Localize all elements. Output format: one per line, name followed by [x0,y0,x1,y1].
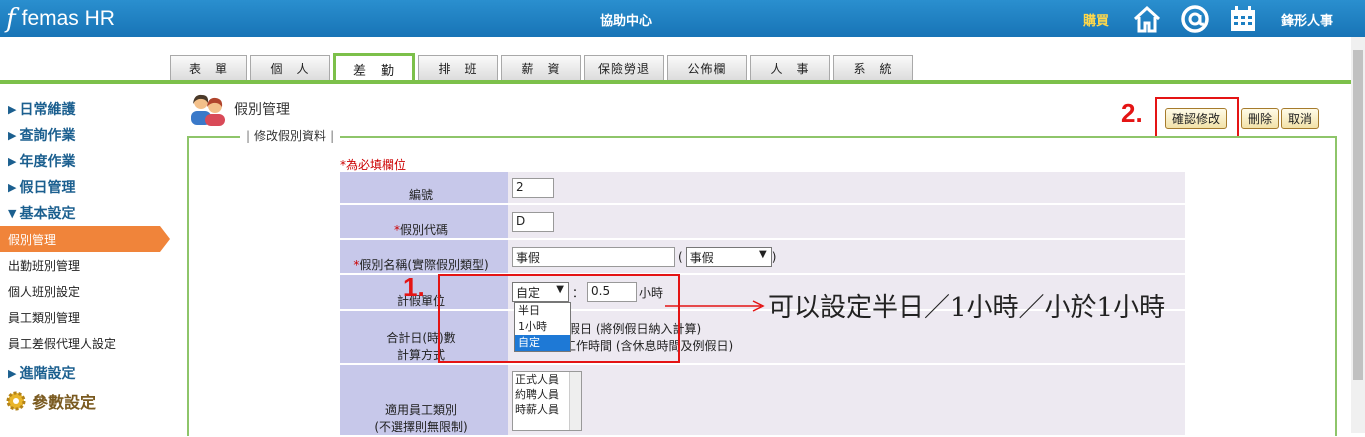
sidebar-item-personal-shift[interactable]: 個人班別設定 [0,278,170,304]
paren-open: ( [678,249,683,264]
expand-arrow-icon: ▶ [8,128,17,142]
expand-arrow-icon: ▶ [8,366,17,380]
emp-label-line1: 適用員工類別 [384,403,457,417]
page-title: 假別管理 [188,92,290,126]
form-row-code: 編號 2 [340,172,1185,205]
tab-attendance[interactable]: 差 勤 [333,53,415,83]
users-icon [191,94,225,126]
unit-dropdown-list: 半日 1小時 自定 [514,302,571,352]
logo-text: femas HR [21,7,115,30]
employee-category-listbox[interactable]: 正式人員 約聘人員 時薪人員 [512,371,582,431]
fieldset-legend: 修改假別資料 [240,127,341,144]
sidebar-group-label: 日常維護 [19,102,76,118]
leave-type-select[interactable]: 事假 ▼ [685,246,772,267]
unit-option-half-day[interactable]: 半日 [515,303,570,319]
annotation-text: 可以設定半日／1小時／小於1小時 [768,293,1166,323]
tab-hr[interactable]: 人 事 [750,55,830,80]
help-center-link[interactable]: 協助中心 [600,10,652,29]
logo-mark-icon: f [6,4,16,34]
sidebar-group-label: 假日管理 [19,180,76,196]
tab-system[interactable]: 系 統 [833,55,913,80]
confirm-button[interactable]: 確認修改 [1165,108,1228,129]
sidebar-item-shift-management[interactable]: 出勤班別管理 [0,252,170,278]
tab-forms[interactable]: 表 單 [170,55,247,80]
main-tabs: 表 單 個 人 差 勤 排 班 薪 資 保險勞退 公佈欄 人 事 系 統 [170,53,916,83]
unit-option-one-hour[interactable]: 1小時 [515,319,570,335]
sidebar-group-holidays[interactable]: ▶ 假日管理 [0,174,170,200]
sidebar: ▶ 日常維護 ▶ 查詢作業 ▶ 年度作業 ▶ 假日管理 ▼ 基本設定 假別管理 … [0,96,170,416]
sidebar-item-parameters[interactable]: 參數設定 [0,386,170,416]
sidebar-item-employee-category[interactable]: 員工類別管理 [0,304,170,330]
sidebar-group-label: 基本設定 [19,206,76,222]
emp-label-line2: (不選擇則無限制) [374,420,468,434]
delete-button[interactable]: 刪除 [1241,108,1280,129]
sidebar-item-label: 參數設定 [32,393,97,412]
scrollbar-thumb[interactable] [1353,50,1363,380]
sidebar-group-annual[interactable]: ▶ 年度作業 [0,148,170,174]
leave-name-label-cell: *假別名稱(實際假別類型) [340,240,508,273]
leave-name-label: 假別名稱(實際假別類型) [359,258,489,272]
expand-arrow-icon: ▶ [8,154,17,168]
form-row-leave-code: *假別代碼 D [340,205,1185,240]
tab-bulletin[interactable]: 公佈欄 [667,55,747,80]
dropdown-arrow-icon: ▼ [758,248,767,260]
expand-arrow-icon: ▶ [8,102,17,116]
at-icon[interactable] [1180,4,1210,34]
code-label: 編號 [340,172,508,203]
logo[interactable]: f femas HR [6,4,115,34]
paren-close: ) [771,249,777,264]
arrow-right-icon [665,300,765,312]
home-icon[interactable] [1132,4,1162,34]
sidebar-item-leave-types[interactable]: 假別管理 [0,226,170,252]
form-row-leave-name: *假別名稱(實際假別類型) 事假 ( 事假 ▼ ) [340,240,1185,275]
tab-personal[interactable]: 個 人 [250,55,330,80]
calendar-icon[interactable] [1228,4,1258,34]
collapse-arrow-icon: ▼ [8,206,17,220]
leave-code-label-cell: *假別代碼 [340,205,508,238]
leave-type-value: 事假 [689,250,714,265]
tab-underline [0,80,1365,84]
emp-label-cell: 適用員工類別 (不選擇則無限制) [340,365,508,435]
listbox-scrollbar[interactable] [569,372,581,430]
top-bar: f femas HR 協助中心 購買 鋒形人事 [0,0,1365,37]
leave-code-input[interactable]: D [512,211,554,232]
leave-name-input[interactable]: 事假 [512,246,675,267]
unit-option-custom[interactable]: 自定 [515,335,570,351]
sidebar-group-query[interactable]: ▶ 查詢作業 [0,122,170,148]
step-1-label: 1. [403,272,425,302]
sidebar-group-daily[interactable]: ▶ 日常維護 [0,96,170,122]
tab-insurance[interactable]: 保險勞退 [584,55,664,80]
company-name: 鋒形人事 [1281,14,1334,29]
cancel-button[interactable]: 取消 [1281,108,1320,129]
sidebar-group-label: 年度作業 [19,154,76,170]
sidebar-group-label: 查詢作業 [19,128,76,144]
code-input[interactable]: 2 [512,177,554,198]
tab-scheduling[interactable]: 排 班 [418,55,498,80]
sidebar-group-advanced[interactable]: ▶ 進階設定 [0,360,170,386]
page-title-text: 假別管理 [234,102,290,118]
form-row-employee-category: 適用員工類別 (不選擇則無限制) 正式人員 約聘人員 時薪人員 [340,365,1185,437]
gear-icon [6,391,26,411]
step-2-label: 2. [1121,98,1143,128]
buy-link[interactable]: 購買 [1083,10,1109,29]
required-note: *為必填欄位 [340,158,407,172]
sidebar-group-label: 進階設定 [19,366,76,382]
sidebar-item-leave-proxy[interactable]: 員工差假代理人設定 [0,330,170,356]
sidebar-group-basic-settings[interactable]: ▼ 基本設定 [0,200,170,226]
tab-payroll[interactable]: 薪 資 [501,55,581,80]
expand-arrow-icon: ▶ [8,180,17,194]
leave-code-label: 假別代碼 [399,223,448,237]
